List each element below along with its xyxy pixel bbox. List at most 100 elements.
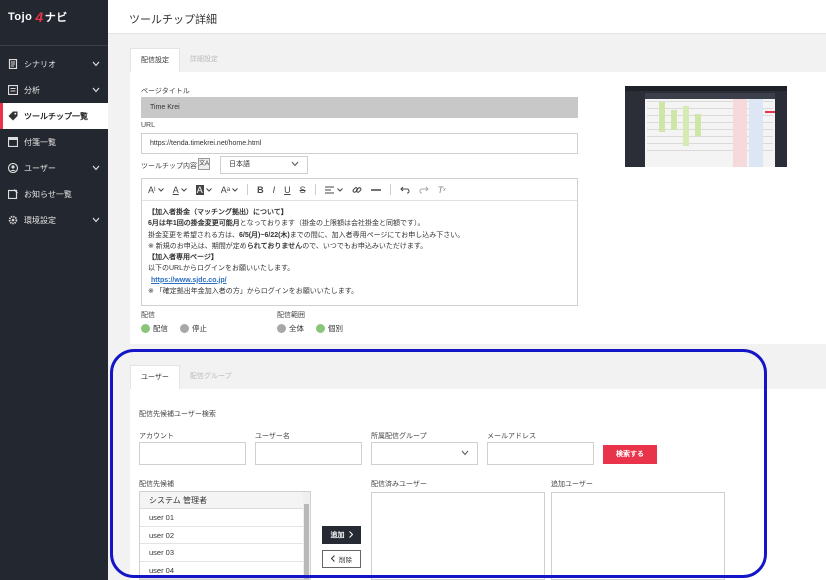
- editor-line: 【加入者掛金（マッチング拠出）について】: [148, 209, 288, 216]
- account-input[interactable]: [139, 442, 246, 465]
- chevron-left-icon: [330, 554, 335, 564]
- toolbar-divider: [389, 184, 391, 195]
- list-icon: [8, 85, 18, 95]
- radio-label: 配信: [153, 324, 168, 333]
- radio-label: 個別: [328, 324, 343, 333]
- sidebar-item-label: ツールチップ一覧: [24, 111, 88, 121]
- delivery-off-radio[interactable]: 停止: [180, 323, 207, 334]
- candidates-label: 配信先候補: [139, 481, 174, 488]
- email-input[interactable]: [487, 442, 594, 465]
- font-color-label: A: [172, 184, 179, 195]
- chevron-down-icon: [92, 216, 100, 225]
- clear-format-button[interactable]: Tx: [438, 185, 446, 195]
- settings-tabs: 配信設定 詳細設定: [130, 48, 228, 72]
- scope-individual-radio[interactable]: 個別: [316, 323, 343, 334]
- scrollbar-thumb[interactable]: [304, 504, 309, 579]
- list-item[interactable]: user 01: [140, 509, 310, 527]
- language-select[interactable]: 日本語: [220, 156, 308, 174]
- editor-line: ※ 「確定拠出年金加入者の方」からログインをお願いいたします。: [148, 288, 359, 296]
- sidebar-item-label: 分析: [24, 85, 40, 95]
- radio-indicator: [180, 324, 189, 333]
- redo-icon[interactable]: [419, 186, 429, 194]
- delivery-label: 配信: [141, 312, 155, 319]
- bold-text: られておりません: [246, 242, 303, 250]
- group-select[interactable]: [371, 442, 478, 465]
- undo-icon[interactable]: [399, 186, 410, 194]
- scrollbar[interactable]: [303, 492, 310, 579]
- search-button[interactable]: 検索する: [603, 445, 657, 464]
- scope-radio-group: 全体 個別: [277, 323, 355, 334]
- editor-line: 【加入者専用ページ】: [148, 254, 218, 262]
- translate-icon[interactable]: 文A: [198, 158, 210, 170]
- strikethrough-button[interactable]: S: [300, 185, 306, 195]
- logo-number: 4: [35, 9, 44, 25]
- scope-all-radio[interactable]: 全体: [277, 323, 304, 334]
- sidebar-item-notices[interactable]: お知らせ一覧: [0, 181, 108, 207]
- list-item[interactable]: システム 管理者: [140, 492, 310, 509]
- list-item[interactable]: user 04: [140, 562, 310, 579]
- user-card: 配信先候補ユーザー検索 アカウント ユーザー名 所属配信グループ メールアドレス…: [130, 389, 826, 580]
- font-color-button[interactable]: A: [173, 185, 187, 195]
- font-size-button[interactable]: AI: [148, 185, 164, 195]
- align-icon[interactable]: [324, 186, 343, 194]
- sidebar: Tojo 4 ナビ シナリオ 分析 ツールチップ一覧 付箋一覧 ユーザー お知ら…: [0, 0, 108, 580]
- page-title-label: ページタイトル: [141, 88, 190, 95]
- username-input[interactable]: [255, 442, 362, 465]
- candidates-list[interactable]: システム 管理者 user 01 user 02 user 03 user 04: [139, 491, 311, 580]
- delivered-users-list[interactable]: [371, 492, 545, 580]
- bold-text: 6/5(月)~6/22(木): [239, 231, 290, 239]
- remove-button[interactable]: 削除: [322, 550, 361, 568]
- gear-icon: [8, 215, 18, 225]
- sidebar-item-settings[interactable]: 環境設定: [0, 207, 108, 233]
- horizontal-rule-icon[interactable]: [370, 188, 381, 192]
- added-users-list[interactable]: [551, 492, 725, 580]
- url-label: URL: [141, 122, 156, 129]
- chevron-down-icon: [461, 445, 469, 464]
- editor-link[interactable]: https://www.sjdc.co.jp/: [148, 277, 227, 284]
- url-field[interactable]: https://tenda.timekrei.net/home.html: [141, 133, 578, 154]
- notice-icon: [8, 189, 18, 199]
- italic-button[interactable]: I: [273, 185, 276, 195]
- sidebar-item-scenario[interactable]: シナリオ: [0, 51, 108, 77]
- scope-label: 配信範囲: [277, 312, 305, 319]
- editor-line: ※ 新規のお申込は、期間が定められておりませんので、いつでもお申込みいただけます…: [148, 241, 571, 252]
- tab-users[interactable]: ユーザー: [130, 365, 180, 389]
- delivery-on-radio[interactable]: 配信: [141, 323, 168, 334]
- radio-label: 停止: [192, 324, 207, 333]
- username-label: ユーザー名: [255, 433, 290, 440]
- sidebar-nav: シナリオ 分析 ツールチップ一覧 付箋一覧 ユーザー お知らせ一覧 環境設定: [0, 51, 108, 233]
- bg-color-label: A: [195, 184, 204, 195]
- app-logo[interactable]: Tojo 4 ナビ: [0, 0, 108, 34]
- font-style-button[interactable]: Aa: [221, 185, 238, 195]
- sidebar-item-label: ユーザー: [24, 163, 56, 173]
- list-item[interactable]: user 03: [140, 544, 310, 562]
- chevron-down-icon: [92, 60, 100, 69]
- tag-icon: [8, 111, 18, 121]
- add-button[interactable]: 追加: [322, 526, 361, 544]
- background-color-button[interactable]: A: [195, 184, 212, 195]
- tab-detail-settings[interactable]: 詳細設定: [180, 48, 228, 72]
- link-icon[interactable]: [352, 185, 362, 195]
- list-item[interactable]: user 02: [140, 527, 310, 544]
- radio-label: 全体: [289, 324, 304, 333]
- logo-prefix: Tojo: [8, 11, 33, 23]
- sidebar-item-sticky-notes[interactable]: 付箋一覧: [0, 129, 108, 155]
- underline-button[interactable]: U: [284, 185, 291, 195]
- rich-text-editor[interactable]: AI A A Aa B I U S Tx 【加入者掛金（マッチング拠出）について…: [141, 178, 578, 306]
- page-title-field[interactable]: Time Krei: [141, 97, 578, 118]
- sidebar-item-users[interactable]: ユーザー: [0, 155, 108, 181]
- text: ※ 新規のお申込は、期間が定め: [148, 242, 247, 250]
- editor-line: 6月は年1回の掛金変更可能月となっております（掛金の上限額は会社掛金と同額です）…: [148, 218, 571, 229]
- sidebar-item-analytics[interactable]: 分析: [0, 77, 108, 103]
- tab-delivery-groups[interactable]: 配信グループ: [180, 365, 242, 389]
- bold-button[interactable]: B: [257, 185, 264, 195]
- sidebar-item-label: シナリオ: [24, 59, 56, 69]
- chevron-down-icon: [92, 86, 100, 95]
- sidebar-item-tooltips[interactable]: ツールチップ一覧: [0, 103, 108, 129]
- toolbar-divider: [247, 184, 249, 195]
- tab-delivery-settings[interactable]: 配信設定: [130, 48, 180, 72]
- sidebar-item-label: 付箋一覧: [24, 137, 56, 147]
- page-header: ツールチップ詳細: [108, 0, 826, 34]
- editor-content[interactable]: 【加入者掛金（マッチング拠出）について】 6月は年1回の掛金変更可能月となってお…: [142, 201, 577, 303]
- bold-text: 6月は年1回の掛金変更可能月: [148, 220, 240, 228]
